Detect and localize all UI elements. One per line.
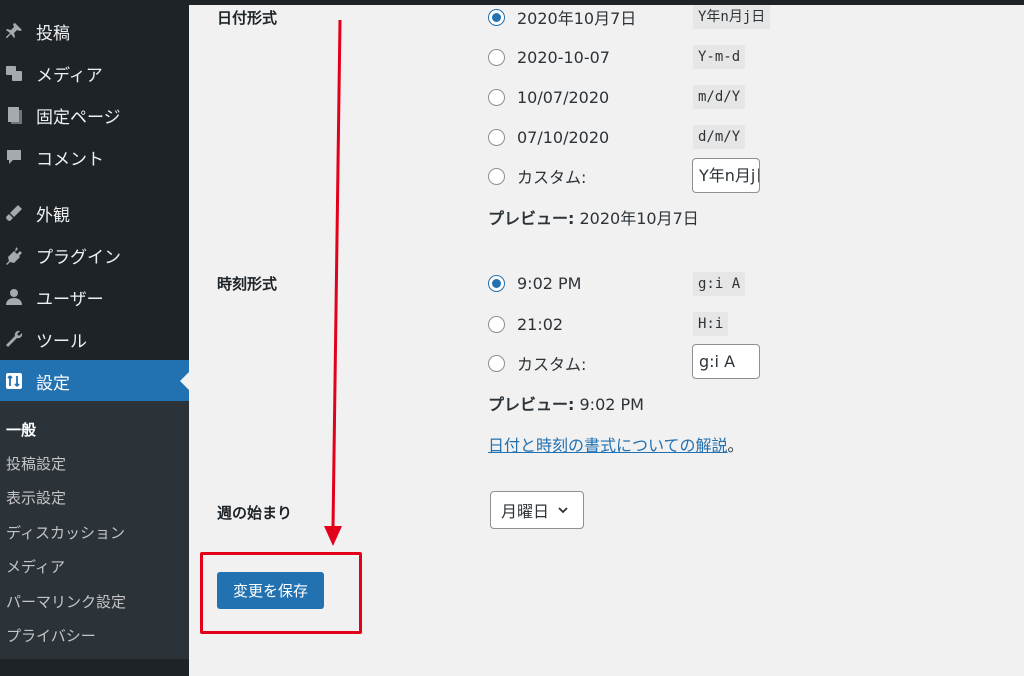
date-option-custom[interactable]: カスタム: (488, 164, 586, 188)
documentation-link[interactable]: 日付と時刻の書式についての解説 (488, 436, 728, 455)
week-start-label: 週の始まり (217, 504, 293, 522)
brush-icon (4, 203, 24, 223)
menu-label: プラグイン (36, 247, 121, 268)
option-label: カスタム: (517, 168, 587, 187)
preview-value: 9:02 PM (579, 395, 644, 414)
option-label: 2020年10月7日 (517, 9, 637, 28)
menu-item-appearance[interactable]: 外観 (0, 192, 189, 234)
radio-button[interactable] (488, 354, 505, 372)
chevron-down-icon (558, 507, 568, 514)
plugin-icon (4, 245, 24, 265)
date-format-label: 日付形式 (217, 9, 278, 27)
time-option-1[interactable]: 9:02 PM (488, 271, 581, 295)
submenu-writing[interactable]: 投稿設定 (6, 453, 66, 474)
date-option-4[interactable]: 07/10/2020 (488, 125, 609, 149)
menu-label: メディア (36, 65, 103, 86)
date-option-2[interactable]: 2020-10-07 (488, 45, 610, 69)
time-option-custom[interactable]: カスタム: (488, 351, 586, 375)
settings-icon (4, 371, 24, 391)
custom-time-format-input[interactable]: g:i A (692, 344, 760, 379)
time-format-label: 時刻形式 (217, 275, 278, 293)
format-code: H:i (693, 312, 729, 336)
date-preview: プレビュー: 2020年10月7日 (488, 205, 699, 229)
menu-item-users[interactable]: ユーザー (0, 276, 189, 318)
week-start-select[interactable]: 月曜日 (490, 491, 584, 529)
submenu-permalinks[interactable]: パーマリンク設定 (6, 591, 126, 612)
active-menu-arrow (180, 372, 189, 390)
custom-date-format-input[interactable]: Y年n月j日 (692, 158, 760, 193)
radio-button[interactable] (488, 274, 505, 292)
menu-item-plugins[interactable]: プラグイン (0, 234, 189, 276)
radio-button[interactable] (488, 88, 505, 106)
menu-item-media[interactable]: メディア (0, 52, 189, 94)
format-code: g:i A (693, 272, 746, 296)
select-value: 月曜日 (501, 502, 550, 521)
format-code: Y-m-d (693, 45, 746, 69)
page-icon (4, 105, 24, 125)
date-option-1[interactable]: 2020年10月7日 (488, 5, 636, 29)
radio-button[interactable] (488, 315, 505, 333)
documentation-text: 日付と時刻の書式についての解説。 (488, 432, 744, 456)
admin-sidebar: 投稿 メディア 固定ページ コメント 外観 プラグイン ユーザー ツール 設定 … (0, 0, 189, 676)
user-icon (4, 287, 24, 307)
menu-item-tools[interactable]: ツール (0, 318, 189, 360)
option-label: 10/07/2020 (517, 87, 610, 107)
radio-button[interactable] (488, 167, 505, 185)
annotation-highlight-box (200, 552, 362, 634)
pin-icon (4, 21, 24, 41)
radio-button[interactable] (488, 8, 505, 26)
radio-button[interactable] (488, 48, 505, 66)
menu-label: 設定 (36, 373, 70, 394)
media-icon (4, 63, 24, 83)
preview-label: プレビュー: (488, 209, 575, 228)
menu-label: コメント (36, 149, 104, 170)
preview-value: 2020年10月7日 (579, 209, 699, 228)
time-option-2[interactable]: 21:02 (488, 312, 563, 336)
radio-button[interactable] (488, 128, 505, 146)
format-code: Y年n月j日 (693, 5, 771, 29)
menu-label: ツール (36, 331, 87, 352)
option-label: 2020-10-07 (517, 47, 610, 67)
option-label: 21:02 (517, 314, 564, 334)
menu-label: 外観 (36, 205, 70, 226)
date-option-3[interactable]: 10/07/2020 (488, 85, 609, 109)
option-label: カスタム: (517, 355, 587, 374)
link-suffix: 。 (727, 436, 744, 455)
menu-label: 固定ページ (36, 107, 121, 128)
format-code: m/d/Y (693, 85, 746, 109)
submenu-general[interactable]: 一般 (6, 419, 36, 440)
format-code: d/m/Y (693, 125, 746, 149)
menu-item-settings[interactable]: 設定 (0, 360, 189, 402)
wrench-icon (4, 329, 24, 349)
menu-label: ユーザー (36, 289, 104, 310)
menu-label: 投稿 (36, 23, 70, 44)
comment-icon (4, 147, 24, 167)
menu-item-comments[interactable]: コメント (0, 136, 189, 178)
submenu-privacy[interactable]: プライバシー (6, 625, 96, 646)
option-label: 9:02 PM (517, 273, 582, 293)
submenu-reading[interactable]: 表示設定 (6, 487, 66, 508)
time-preview: プレビュー: 9:02 PM (488, 391, 644, 415)
menu-item-pages[interactable]: 固定ページ (0, 94, 189, 136)
preview-label: プレビュー: (488, 395, 575, 414)
settings-submenu: 一般 投稿設定 表示設定 ディスカッション メディア パーマリンク設定 プライバ… (0, 401, 189, 659)
sidebar-bottom (0, 659, 189, 676)
submenu-media[interactable]: メディア (6, 556, 65, 577)
menu-item-posts[interactable]: 投稿 (0, 10, 189, 52)
submenu-discussion[interactable]: ディスカッション (6, 522, 125, 543)
option-label: 07/10/2020 (517, 127, 610, 147)
